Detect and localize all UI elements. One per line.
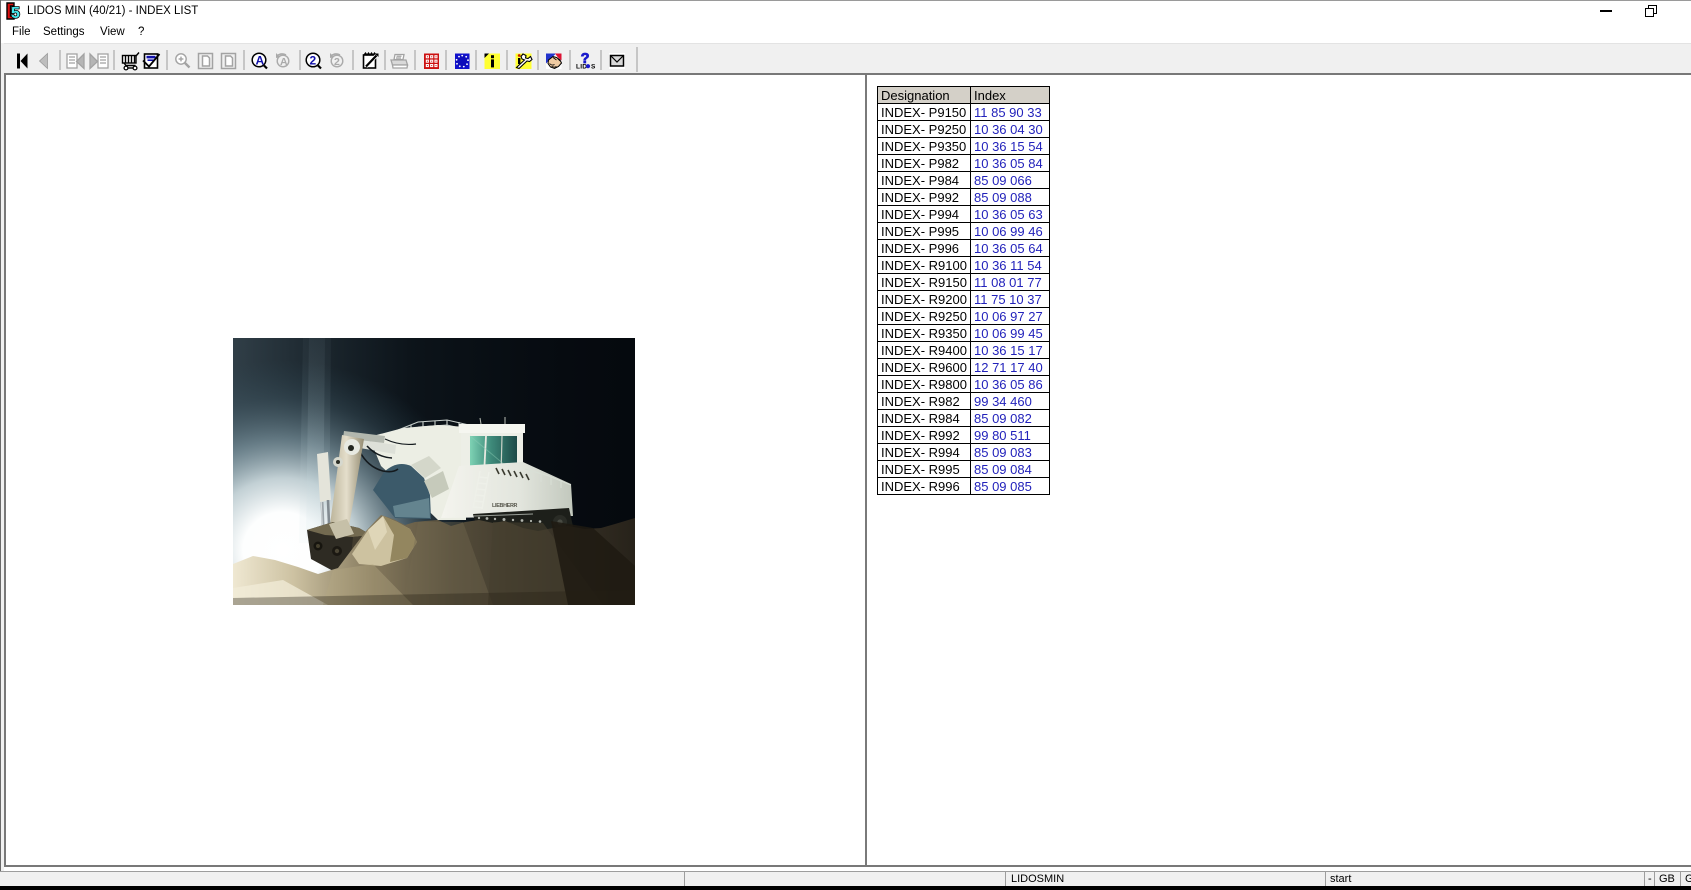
svg-text:LID: LID [576,64,587,71]
svg-text:A: A [256,54,265,68]
svg-text:S: S [591,64,596,71]
svg-text:2: 2 [310,54,317,68]
svg-text:A: A [280,56,288,68]
svg-text:2: 2 [334,56,340,68]
svg-text:LIEBHERR: LIEBHERR [492,503,518,509]
svg-text:5: 5 [11,5,20,21]
